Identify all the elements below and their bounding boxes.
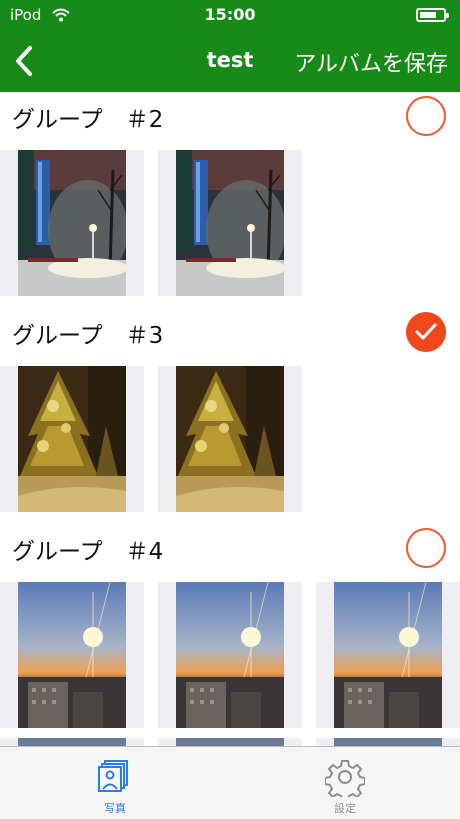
page-title: test <box>206 48 254 72</box>
group-header: グループ ＃2 <box>0 92 460 144</box>
photo-snowy-night-street <box>18 150 126 296</box>
photo-sunset-city <box>334 582 442 728</box>
group-list[interactable]: グループ ＃2 グループ ＃3 グループ ＃4 <box>0 92 460 746</box>
back-icon[interactable] <box>10 44 38 78</box>
group-title: グループ ＃2 <box>12 107 164 133</box>
battery-icon <box>416 8 449 22</box>
group-header: グループ ＃3 <box>0 308 460 360</box>
tab-photos[interactable]: 写真 <box>55 747 175 819</box>
photo-thumbnail[interactable] <box>0 582 144 728</box>
photo-sunset-city <box>176 582 284 728</box>
photo-thumbnail[interactable] <box>316 738 460 746</box>
tab-settings-label: 設定 <box>334 802 356 815</box>
photo-thumbnail[interactable] <box>158 150 302 296</box>
group-title: グループ ＃4 <box>12 539 164 565</box>
group-header: グループ ＃4 <box>0 524 460 576</box>
photo-partial <box>176 738 284 746</box>
status-time: 15:00 <box>204 5 256 24</box>
photo-thumbnail[interactable] <box>158 366 302 512</box>
photo-thumbnail[interactable] <box>158 738 302 746</box>
tab-settings[interactable]: 設定 <box>285 747 405 819</box>
gear-icon <box>324 757 366 802</box>
photo-snowy-tree <box>176 366 284 512</box>
selected-check-icon[interactable] <box>406 312 446 352</box>
photo-sunset-city <box>18 582 126 728</box>
photo-partial <box>18 738 126 746</box>
group-title: グループ ＃3 <box>12 323 164 349</box>
photo-snowy-tree <box>18 366 126 512</box>
photos-icon <box>95 757 135 801</box>
select-circle-icon[interactable] <box>406 528 446 568</box>
photo-thumbnail[interactable] <box>316 582 460 728</box>
photo-thumbnail[interactable] <box>0 150 144 296</box>
photo-thumbnail[interactable] <box>0 366 144 512</box>
status-bar: iPod 15:00 <box>0 0 460 30</box>
save-album-button[interactable]: アルバムを保存 <box>294 46 448 78</box>
photo-snowy-night-street <box>176 150 284 296</box>
tab-bar: 写真 設定 <box>0 746 460 819</box>
photo-partial <box>334 738 442 746</box>
select-circle-icon[interactable] <box>406 96 446 136</box>
photo-thumbnail[interactable] <box>158 582 302 728</box>
tab-photos-label: 写真 <box>104 802 126 815</box>
photo-thumbnail[interactable] <box>0 738 144 746</box>
navigation-bar: test アルバムを保存 <box>0 30 460 92</box>
